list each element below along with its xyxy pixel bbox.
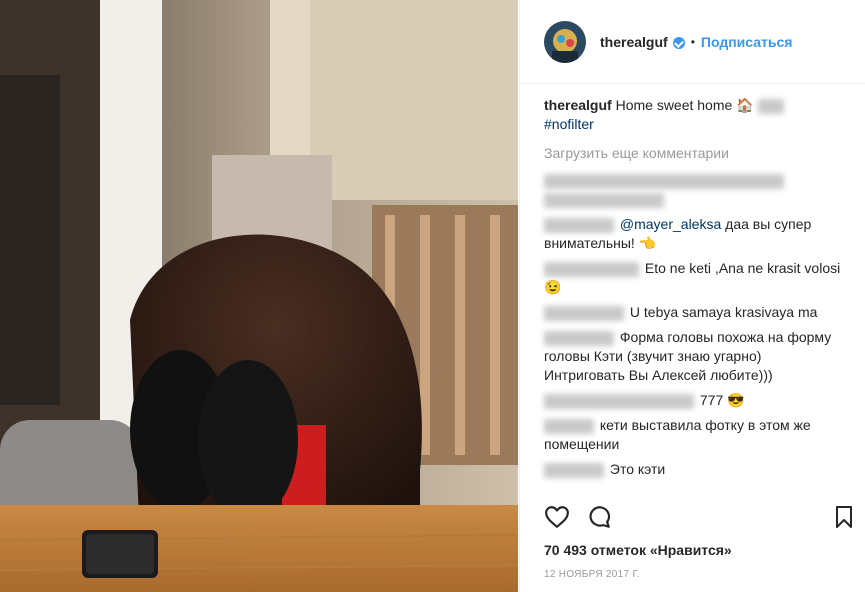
comment-item <box>544 171 844 209</box>
redacted-text <box>544 173 784 189</box>
post-photo[interactable] <box>0 0 518 592</box>
comment-text: Это кэти <box>609 461 666 477</box>
comment-text: U tebya samaya krasivaya ma <box>629 304 818 320</box>
caption-hashtag[interactable]: #nofilter <box>544 116 594 132</box>
action-bar <box>544 505 854 534</box>
avatar-image <box>544 20 586 63</box>
post-sidebar: therealguf • Подписаться therealguf Home… <box>519 0 865 592</box>
comment-mention[interactable]: @mayer_aleksa <box>620 216 721 232</box>
heart-icon[interactable] <box>544 505 570 534</box>
redacted-username <box>544 418 594 434</box>
comment-item: Eto ne keti ,Ana ne krasit volosi😉 <box>544 259 844 297</box>
post-header: therealguf • Подписаться <box>520 0 865 84</box>
redacted-username <box>544 330 614 346</box>
comment-item: кети выставила фотку в этом же помещении <box>544 416 844 454</box>
comment-text: 777 😎 <box>699 392 745 408</box>
photo-scene <box>0 0 518 592</box>
redacted-username <box>544 393 694 409</box>
caption-text: Home sweet home 🏠 <box>615 97 754 113</box>
comments-list: therealguf Home sweet home 🏠 #nofilter З… <box>544 96 844 485</box>
load-more-comments[interactable]: Загрузить еще комментарии <box>544 144 844 163</box>
post-date[interactable]: 12 НОЯБРЯ 2017 Г. <box>544 569 640 580</box>
comment-item: @mayer_aleksa даа вы супер внимательны! … <box>544 215 844 253</box>
comment-item: 777 😎 <box>544 391 844 410</box>
bookmark-icon[interactable] <box>834 505 854 534</box>
likes-count[interactable]: 70 493 отметок «Нравится» <box>544 542 732 558</box>
redacted-username <box>544 305 624 321</box>
comment-item: U tebya samaya krasivaya ma <box>544 303 844 322</box>
avatar[interactable] <box>544 20 586 63</box>
comment-item: Форма головы похожа на форму головы Кэти… <box>544 328 844 385</box>
separator-dot: • <box>690 34 695 49</box>
caption-username[interactable]: therealguf <box>544 97 612 113</box>
author-username[interactable]: therealguf <box>600 34 668 50</box>
action-spacer <box>628 505 818 534</box>
redacted-text <box>757 98 784 114</box>
redacted-username <box>544 217 614 233</box>
redacted-username <box>544 261 639 277</box>
follow-button[interactable]: Подписаться <box>701 34 793 50</box>
comment-item: Это кэти <box>544 460 844 479</box>
comment-icon[interactable] <box>586 505 612 534</box>
caption: therealguf Home sweet home 🏠 #nofilter <box>544 96 844 134</box>
verified-badge-icon <box>672 36 685 49</box>
redacted-text <box>544 192 664 208</box>
redacted-username <box>544 462 604 478</box>
